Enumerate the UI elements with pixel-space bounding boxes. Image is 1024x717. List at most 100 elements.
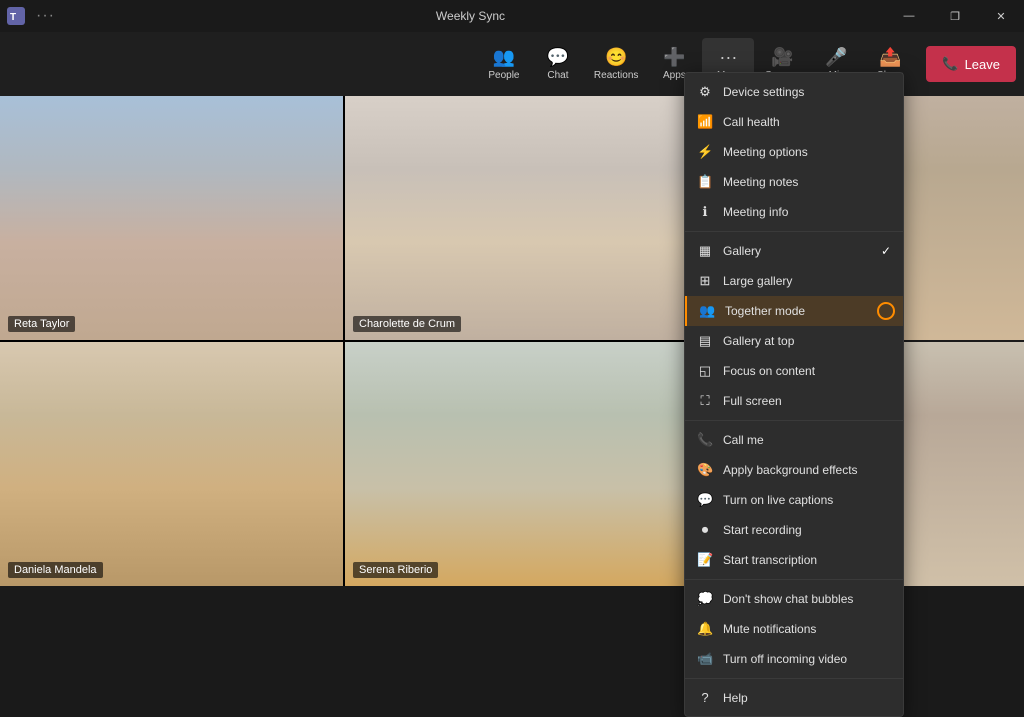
full-screen-icon: ⛶ [697,393,713,409]
menu-item-call-health[interactable]: 📶 Call health [685,107,903,137]
people-label: People [488,70,519,81]
together-mode-icon: 👥 [699,303,715,319]
mute-notifications-icon: 🔔 [697,621,713,637]
start-recording-icon: ⏺ [697,522,713,538]
chat-bubbles-label: Don't show chat bubbles [723,592,853,606]
help-icon: ? [697,690,713,705]
divider-2 [685,420,903,421]
reactions-icon: 😊 [605,47,627,68]
gallery-at-top-label: Gallery at top [723,334,794,348]
gallery-label: Gallery [723,244,761,258]
participant-name-0: Reta Taylor [8,316,75,332]
gallery-at-top-icon: ▤ [697,333,713,349]
menu-item-chat-bubbles[interactable]: 💭 Don't show chat bubbles [685,584,903,614]
cursor-ring [877,302,895,320]
menu-item-together-mode[interactable]: 👥 Together mode [685,296,903,326]
device-settings-label: Device settings [723,85,804,99]
leave-label: Leave [965,57,1000,72]
chat-bubbles-icon: 💭 [697,591,713,607]
maximize-button[interactable]: ❐ [932,0,978,32]
participant-name-1: Charolette de Crum [353,316,461,332]
start-transcription-icon: 📝 [697,552,713,568]
menu-item-meeting-info[interactable]: ℹ Meeting info [685,197,903,227]
help-label: Help [723,691,748,705]
video-grid: Reta Taylor Charolette de Crum Daniela M… [0,96,688,586]
menu-item-full-screen[interactable]: ⛶ Full screen [685,386,903,416]
gallery-icon: ▦ [697,243,713,259]
phone-icon: 📞 [942,56,958,72]
people-button[interactable]: 👥 People [478,38,530,90]
apply-background-label: Apply background effects [723,463,858,477]
participant-video-0: Reta Taylor [0,96,343,340]
divider-1 [685,231,903,232]
focus-content-label: Focus on content [723,364,815,378]
svg-text:T: T [10,12,16,23]
menu-item-large-gallery[interactable]: ⊞ Large gallery [685,266,903,296]
apply-background-icon: 🎨 [697,462,713,478]
divider-3 [685,579,903,580]
menu-item-gallery-at-top[interactable]: ▤ Gallery at top [685,326,903,356]
menu-item-mute-notifications[interactable]: 🔔 Mute notifications [685,614,903,644]
menu-item-call-me[interactable]: 📞 Call me [685,425,903,455]
window-title: Weekly Sync [55,9,886,23]
together-mode-label: Together mode [725,304,805,318]
start-transcription-label: Start transcription [723,553,817,567]
meeting-notes-icon: 📋 [697,174,713,190]
menu-item-live-captions[interactable]: 💬 Turn on live captions [685,485,903,515]
menu-item-device-settings[interactable]: ⚙ Device settings [685,77,903,107]
menu-item-meeting-options[interactable]: ⚡ Meeting options [685,137,903,167]
live-captions-label: Turn on live captions [723,493,833,507]
focus-content-icon: ◱ [697,363,713,379]
participant-name-3: Serena Riberio [353,562,438,578]
window-controls: — ❐ ✕ [886,0,1024,32]
chat-label: Chat [547,70,568,81]
meeting-options-label: Meeting options [723,145,808,159]
call-me-icon: 📞 [697,432,713,448]
participant-video-3: Serena Riberio [345,342,688,586]
meeting-info-label: Meeting info [723,205,788,219]
mic-icon: 🎤 [825,47,847,68]
menu-item-turn-off-incoming[interactable]: 📹 Turn off incoming video [685,644,903,674]
menu-item-gallery[interactable]: ▦ Gallery ✓ [685,236,903,266]
full-screen-label: Full screen [723,394,782,408]
leave-button[interactable]: 📞 Leave [926,46,1016,82]
meeting-info-icon: ℹ [697,204,713,220]
turn-off-incoming-label: Turn off incoming video [723,652,847,666]
camera-icon: 🎥 [771,47,793,68]
menu-item-focus-on-content[interactable]: ◱ Focus on content [685,356,903,386]
divider-4 [685,678,903,679]
chat-button[interactable]: 💬 Chat [532,38,584,90]
large-gallery-icon: ⊞ [697,273,713,289]
meeting-options-icon: ⚡ [697,144,713,160]
close-button[interactable]: ✕ [978,0,1024,32]
apps-icon: ➕ [663,47,685,68]
app-icon: T [0,0,32,32]
device-settings-icon: ⚙ [697,84,713,100]
call-me-label: Call me [723,433,764,447]
menu-item-meeting-notes[interactable]: 📋 Meeting notes [685,167,903,197]
reactions-label: Reactions [594,70,638,81]
minimize-button[interactable]: — [886,0,932,32]
people-icon: 👥 [493,47,515,68]
menu-item-help[interactable]: ? Help [685,683,903,712]
share-icon: 📤 [879,47,901,68]
menu-item-start-transcription[interactable]: 📝 Start transcription [685,545,903,575]
participant-name-2: Daniela Mandela [8,562,103,578]
menu-item-apply-background[interactable]: 🎨 Apply background effects [685,455,903,485]
call-health-label: Call health [723,115,780,129]
start-recording-label: Start recording [723,523,802,537]
title-dots: ··· [36,7,55,25]
meeting-notes-label: Meeting notes [723,175,798,189]
participant-video-2: Daniela Mandela [0,342,343,586]
participant-video-1: Charolette de Crum [345,96,688,340]
chat-icon: 💬 [547,47,569,68]
turn-off-incoming-icon: 📹 [697,651,713,667]
call-health-icon: 📶 [697,114,713,130]
menu-item-start-recording[interactable]: ⏺ Start recording [685,515,903,545]
gallery-check: ✓ [881,244,891,258]
apps-label: Apps [663,70,686,81]
dropdown-menu: ⚙ Device settings 📶 Call health ⚡ Meetin… [684,72,904,717]
title-bar: T ··· Weekly Sync — ❐ ✕ [0,0,1024,32]
reactions-button[interactable]: 😊 Reactions [586,38,646,90]
more-icon: ··· [719,47,737,68]
